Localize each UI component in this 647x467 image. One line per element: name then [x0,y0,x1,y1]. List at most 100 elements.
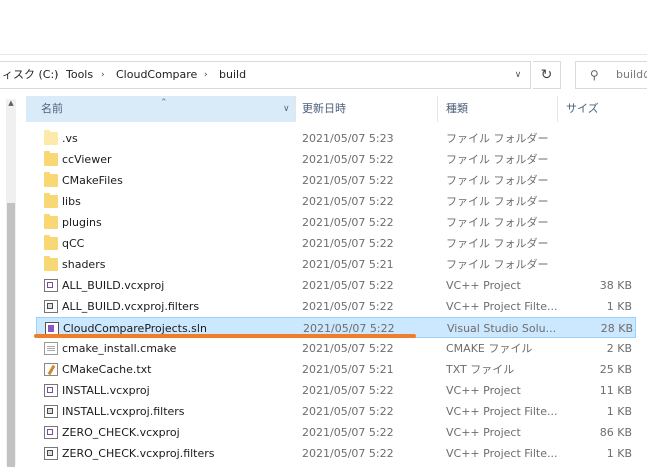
file-row[interactable]: CMakeFiles 2021/05/07 5:22 ファイル フォルダー [36,170,636,191]
file-date: 2021/05/07 5:22 [302,153,394,166]
file-type: ファイル フォルダー [446,195,549,208]
folder-icon [44,214,58,229]
chevron-down-icon[interactable]: ∨ [506,62,530,88]
vcxproj-file-icon [44,384,58,397]
file-row[interactable]: ccViewer 2021/05/07 5:22 ファイル フォルダー [36,149,636,170]
file-name: cmake_install.cmake [62,342,177,355]
column-size[interactable]: サイズ [566,96,636,122]
file-type: Visual Studio Solu... [447,322,557,335]
file-type: VC++ Project Filte... [446,405,558,418]
chevron-right-icon[interactable]: › [204,62,208,88]
file-date: 2021/05/07 5:23 [302,132,394,145]
file-type: ファイル フォルダー [446,216,549,229]
file-row[interactable]: ZERO_CHECK.vcxproj.filters 2021/05/07 5:2… [36,443,636,464]
file-size [564,149,632,170]
scrollbar-thumb[interactable] [7,203,15,467]
file-date: 2021/05/07 5:22 [302,237,394,250]
file-type: ファイル フォルダー [446,258,549,271]
file-date: 2021/05/07 5:22 [302,384,394,397]
filters-file-icon [44,405,58,418]
file-size [564,191,632,212]
scroll-up-icon[interactable]: ▲ [6,99,16,107]
column-type-label: 種類 [446,102,468,115]
vcxproj-file-icon [44,279,58,292]
file-name: ZERO_CHECK.vcxproj [62,426,180,439]
file-date: 2021/05/07 5:22 [302,426,394,439]
ribbon-area [0,0,647,55]
file-type: CMAKE ファイル [446,342,533,355]
file-row[interactable]: CMakeCache.txt 2021/05/07 5:21 TXT ファイル 25 … [36,359,636,380]
highlight-underline [34,334,416,338]
file-row[interactable]: ALL_BUILD.vcxproj.filters 2021/05/07 5:22… [36,296,636,317]
file-row[interactable]: ALL_BUILD.vcxproj 2021/05/07 5:22 VC++ Pro… [36,275,636,296]
file-type: ファイル フォルダー [446,153,549,166]
file-date: 2021/05/07 5:22 [302,216,394,229]
file-name: CMakeFiles [62,174,123,187]
file-type: VC++ Project [446,426,521,439]
file-row[interactable]: qCC 2021/05/07 5:22 ファイル フォルダー [36,233,636,254]
chevron-right-icon[interactable]: › [101,62,105,88]
breadcrumb-drive[interactable]: ィスク (C:) [2,62,58,88]
vcxproj-file-icon [44,426,58,439]
file-row[interactable]: .vs 2021/05/07 5:23 ファイル フォルダー [36,128,636,149]
folder-icon [44,172,58,187]
file-name: libs [62,195,81,208]
file-name: shaders [62,258,106,271]
divider [0,54,647,55]
file-date: 2021/05/07 5:22 [302,405,394,418]
file-date: 2021/05/07 5:22 [302,174,394,187]
column-name[interactable]: ⌃ 名前 ∨ [26,96,296,122]
file-size: 38 KB [599,279,632,292]
column-divider[interactable] [557,96,558,122]
file-name: INSTALL.vcxproj.filters [62,405,185,418]
file-name: INSTALL.vcxproj [62,384,150,397]
breadcrumb-build[interactable]: build [219,62,246,88]
file-date: 2021/05/07 5:22 [302,279,394,292]
column-divider[interactable] [295,96,296,122]
file-row[interactable]: cmake_install.cmake 2021/05/07 5:22 CMAKE … [36,338,636,359]
breadcrumb-cloudcompare[interactable]: CloudCompare [116,62,197,88]
file-type: TXT ファイル [446,363,515,376]
navigation-scrollbar[interactable]: ▲ [6,99,16,467]
file-size: 1 KB [606,300,632,313]
folder-icon [44,193,58,208]
column-header: ⌃ 名前 ∨ 更新日時 種類 サイズ [26,96,647,122]
file-size [564,233,632,254]
search-box[interactable]: ⚲ buildの [575,61,647,89]
file-name: ZERO_CHECK.vcxproj.filters [62,447,215,460]
file-row[interactable]: shaders 2021/05/07 5:21 ファイル フォルダー [36,254,636,275]
file-row[interactable]: libs 2021/05/07 5:22 ファイル フォルダー [36,191,636,212]
file-row[interactable]: ZERO_CHECK.vcxproj 2021/05/07 5:22 VC++ Pr… [36,422,636,443]
file-row[interactable]: INSTALL.vcxproj.filters 2021/05/07 5:22 VC… [36,401,636,422]
file-date: 2021/05/07 5:22 [302,342,394,355]
file-type: VC++ Project [446,279,521,292]
file-type: ファイル フォルダー [446,237,549,250]
file-size [564,254,632,275]
file-date: 2021/05/07 5:21 [302,363,394,376]
column-date[interactable]: 更新日時 [302,96,432,122]
chevron-right-icon[interactable]: › [55,62,59,88]
file-size [564,170,632,191]
file-type: ファイル フォルダー [446,132,549,145]
sort-up-icon: ⌃ [160,98,168,108]
folder-icon [44,235,58,250]
filters-file-icon [44,447,58,460]
file-date: 2021/05/07 5:21 [302,258,394,271]
column-type[interactable]: 種類 [446,96,556,122]
file-size [564,212,632,233]
column-name-label: 名前 [41,102,63,115]
file-type: VC++ Project [446,384,521,397]
breadcrumb-tools[interactable]: Tools [66,62,93,88]
folder-icon [44,256,58,271]
text-file-icon [44,363,58,376]
refresh-button[interactable]: ↻ [533,61,561,89]
address-bar[interactable]: ィスク (C:) › Tools › CloudCompare › build … [0,61,531,89]
file-name: CMakeCache.txt [62,363,152,376]
file-row[interactable]: plugins 2021/05/07 5:22 ファイル フォルダー [36,212,636,233]
file-row[interactable]: INSTALL.vcxproj 2021/05/07 5:22 VC++ Proje… [36,380,636,401]
column-divider[interactable] [437,96,438,122]
search-placeholder: buildの [616,68,647,81]
file-name: ALL_BUILD.vcxproj [62,279,165,292]
chevron-down-icon[interactable]: ∨ [283,96,290,122]
search-icon: ⚲ [590,68,599,82]
